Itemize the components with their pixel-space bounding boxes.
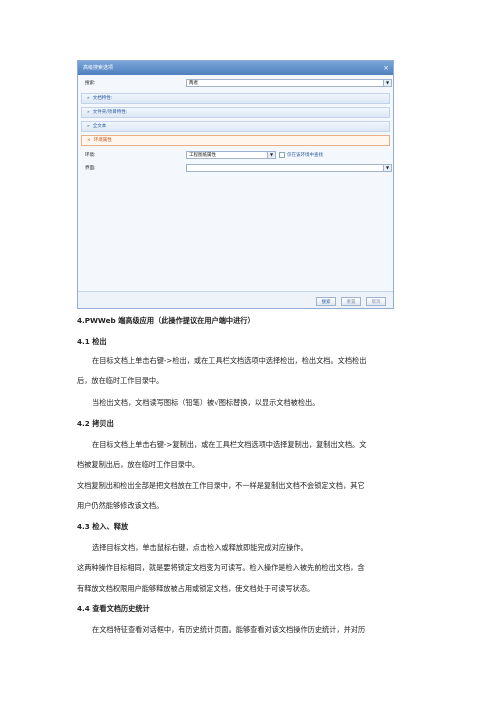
chevron-down-icon: ▼ [383, 165, 391, 171]
section-label: 文档特性: [92, 96, 113, 101]
close-icon[interactable]: × [383, 61, 389, 75]
dialog-title-bar: 高级搜索选项 × [78, 61, 393, 75]
search-row: 搜索: 两者 ▼ [81, 78, 392, 89]
advanced-search-dialog: 高级搜索选项 × 搜索: 两者 ▼ » 文档特性: » 文件夹/项目特性: » 全文本… [77, 60, 394, 309]
chevron-down-icon: ▼ [383, 80, 391, 86]
search-scope-select[interactable]: 两者 ▼ [186, 79, 392, 87]
chevron-right-icon: » [87, 110, 90, 115]
heading-4: 4.PWWeb 端高级应用（此操作提议在用户端中进行） [77, 316, 255, 325]
environment-value: 工程图纸属性 [189, 153, 216, 158]
paragraph-4-2-b: 档被复制出后，放在临时工作目录中。 [77, 460, 200, 469]
env-only-label: 仅在该环境中查找 [287, 153, 323, 158]
environment-row: 环境: 工程图纸属性 ▼ 仅在该环境中查找 [81, 150, 390, 161]
paragraph-4-1-c: 当检出文档，文档读写图标（铅笔）被√图标替换，以显示文档被检出。 [92, 398, 320, 407]
section-label: 全文本 [92, 124, 107, 129]
section-environment-properties[interactable]: × 环境属性 [81, 135, 390, 146]
chevron-right-icon: » [87, 96, 90, 101]
paragraph-4-4-a: 在文档特征查看对话框中，有历史统计页面。能够查看对该文档操作历史统计，并对历 [92, 625, 366, 634]
interface-row: 界面: ▼ [81, 163, 392, 174]
search-label: 搜索: [85, 81, 96, 86]
chevron-down-icon: × [87, 138, 91, 143]
section-folder-properties[interactable]: » 文件夹/项目特性: [81, 107, 390, 118]
search-button[interactable]: 搜索 [316, 297, 336, 306]
env-only-checkbox[interactable]: 仅在该环境中查找 [279, 150, 323, 161]
chevron-down-icon: ▼ [267, 152, 275, 158]
paragraph-4-1-b: 后，放在临时工作目录中。 [77, 376, 164, 385]
search-scope-value: 两者 [189, 81, 198, 86]
dialog-title: 高级搜索选项 [83, 65, 114, 71]
paragraph-4-3-c: 有释放文档权限用户能够释放被占用或锁定文档，使文档处于可读写状态。 [77, 584, 315, 593]
paragraph-4-3-a: 选择目标文档，单击鼠标右键，点击检入或释放即能完成对应操作。 [92, 543, 308, 552]
chevron-right-icon: » [87, 124, 90, 129]
interface-label: 界面: [85, 166, 96, 171]
heading-4-2: 4.2 拷贝出 [77, 419, 114, 428]
section-full-text[interactable]: » 全文本 [81, 121, 390, 132]
checkbox-icon [279, 151, 285, 158]
paragraph-4-2-d: 用户仍然能够修改该文档。 [77, 501, 164, 510]
paragraph-4-3-b: 这两种操作目标相同，就是要将锁定文档变为可读写。检入操作是检入被先前检出文档，含 [77, 563, 365, 572]
section-label: 环境属性 [93, 138, 112, 143]
reset-button[interactable]: 重置 [341, 297, 361, 306]
paragraph-4-1-a: 在目标文档上单击右键->检出，或在工具栏文档选项中选择检出，检出文档。文档检出 [92, 356, 367, 365]
section-document-properties[interactable]: » 文档特性: [81, 93, 390, 104]
heading-4-4: 4.4 查看文档历史统计 [77, 604, 150, 613]
section-label: 文件夹/项目特性: [92, 110, 128, 115]
heading-4-3: 4.3 检入、释放 [77, 522, 129, 531]
paragraph-4-2-a: 在目标文档上单击右键->复制出，或在工具栏文档选项中选择复制出，复制出文档。文 [92, 440, 367, 449]
heading-4-1: 4.1 检出 [77, 337, 107, 346]
cancel-button[interactable]: 取消 [366, 297, 386, 306]
environment-select[interactable]: 工程图纸属性 ▼ [186, 151, 276, 159]
environment-label: 环境: [85, 153, 96, 158]
interface-select[interactable]: ▼ [186, 164, 392, 172]
paragraph-4-2-c: 文档复制出和检出全部是把文档放在工作目录中，不一样是复制出文档不会锁定文档，其它 [77, 481, 365, 490]
